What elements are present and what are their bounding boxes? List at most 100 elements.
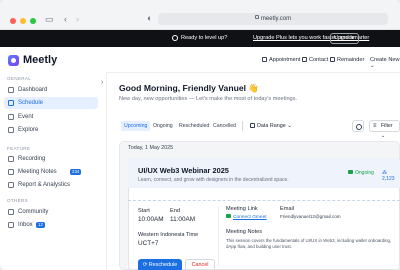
event-title: UI/UX Web3 Webinar 2025 — [138, 166, 229, 175]
filter-label: Filter — [381, 123, 393, 129]
sidebar-item-label: Schedule — [18, 100, 44, 106]
upgrade-banner: Ready to level up? Upgrade Plus lets you… — [0, 30, 400, 47]
sidebar-item-meeting-notes[interactable]: Meeting Notes 234 — [4, 166, 98, 178]
filter-dropdown[interactable]: Filter ⌄ — [369, 120, 400, 139]
attendee-count: ⁂ 2,123 — [382, 170, 400, 182]
details-divider — [218, 206, 219, 266]
reschedule-label: Reschedule — [148, 262, 178, 268]
browser-toolbar: ▭ ‹ › ◐ meetly.com — [0, 0, 400, 30]
tab-rescheduled[interactable]: Rescheduled — [176, 121, 212, 131]
date-range-label: Data Range — [257, 123, 286, 129]
chevron-down-icon: ⌄ — [287, 123, 292, 129]
reminder-label: Remainder — [337, 57, 365, 63]
appointment-label: Appointment — [269, 57, 301, 63]
calendar-icon — [250, 123, 255, 128]
create-new-dropdown[interactable]: Create New ⌄ — [370, 57, 400, 69]
app-window: ▭ ‹ › ◐ meetly.com Ready to level up? Up… — [0, 0, 400, 270]
meeting-link-label: Meeting Link — [226, 206, 258, 212]
back-icon[interactable]: ‹ — [64, 14, 67, 24]
start-label: Start — [138, 208, 150, 214]
bell-icon — [330, 57, 335, 62]
sidebar-item-label: Dashboard — [18, 87, 48, 93]
phone-icon — [302, 57, 307, 62]
status-badge: Ongoing — [348, 170, 374, 176]
end-label: End — [170, 208, 180, 214]
count-badge: 234 — [70, 169, 82, 175]
collapse-sidebar-icon[interactable]: › — [101, 79, 103, 86]
reminder-button[interactable]: Remainder — [330, 57, 364, 63]
chevron-down-icon: ⌄ — [370, 63, 375, 69]
info-icon — [172, 35, 178, 41]
search-button[interactable] — [352, 120, 364, 132]
sidebar-item-dashboard[interactable]: Dashboard — [4, 84, 98, 96]
banner-prompt: Ready to level up? — [181, 35, 228, 41]
sidebar-section-feature: FEATURE — [7, 146, 31, 151]
minimize-window-button[interactable] — [20, 18, 26, 24]
maximize-window-button[interactable] — [30, 18, 36, 24]
sidebar-item-label: Meeting Notes — [18, 169, 57, 175]
tab-ongoing[interactable]: Ongoing — [150, 121, 176, 131]
sidebar-item-community[interactable]: Community — [4, 206, 98, 218]
attendee-count-value: 2,123 — [382, 176, 395, 182]
upgrade-button[interactable]: Upgrade — [330, 33, 359, 44]
email-label: Email — [280, 206, 294, 212]
inbox-icon — [8, 222, 14, 228]
timezone-value: UCT+7 — [138, 240, 159, 247]
notes-icon — [8, 169, 14, 175]
page-subtitle: New day, new opportunities — Let's make … — [119, 96, 298, 102]
clock-icon: ⟳ — [142, 262, 148, 268]
sidebar-item-event[interactable]: Event — [4, 111, 98, 123]
event-description: Learn, connect, and grow with designers … — [138, 177, 289, 183]
event-icon — [8, 114, 14, 120]
meetly-logo-icon — [8, 55, 19, 66]
cancel-button[interactable]: Cancel — [185, 259, 215, 270]
community-icon — [8, 209, 14, 215]
start-time: 10:00AM — [138, 216, 164, 223]
date-range-dropdown[interactable]: Data Range ⌄ — [250, 121, 292, 131]
tab-cancelled[interactable]: Cancelled — [210, 121, 239, 131]
sidebar-section-others: OTHERS — [7, 198, 28, 203]
sidebar-item-label: Recording — [18, 156, 46, 162]
meeting-link[interactable]: Connect Gmeet — [226, 214, 267, 220]
sidebar-item-label: Report & Analystics — [18, 182, 71, 188]
compass-icon — [8, 127, 14, 133]
forward-icon[interactable]: › — [76, 14, 79, 24]
timezone-label: Western Indonesia Time — [138, 232, 199, 238]
address-bar[interactable]: meetly.com — [158, 13, 388, 25]
sidebar-divider — [106, 72, 107, 270]
tab-upcoming[interactable]: Upcoming — [121, 121, 151, 131]
url-text: meetly.com — [260, 16, 292, 22]
chart-icon — [8, 182, 14, 188]
sidebar-section-general: GENERAL — [7, 76, 32, 81]
sidebar-item-label: Explore — [18, 127, 39, 133]
meeting-notes-label: Meeting Notes — [226, 229, 263, 235]
contact-button[interactable]: Contact — [302, 57, 328, 63]
tabs-divider — [242, 121, 243, 131]
shield-icon[interactable]: ◐ — [147, 13, 152, 23]
contact-label: Contact — [309, 57, 329, 63]
sidebar-toggle-icon[interactable]: ▭ — [45, 14, 54, 24]
reschedule-button[interactable]: ⟳ Reschedule — [138, 259, 182, 270]
header-divider — [106, 72, 400, 73]
end-time: 11:00AM — [170, 216, 196, 223]
sidebar-item-label: Inbox — [18, 222, 33, 228]
sidebar-item-recording[interactable]: Recording — [4, 153, 98, 165]
close-window-button[interactable] — [10, 18, 16, 24]
calendar-icon — [8, 100, 14, 106]
meeting-notes-text: This session covers the fundamentals of … — [226, 238, 392, 249]
calendar-icon — [262, 57, 267, 62]
sidebar-item-label: Event — [18, 114, 34, 120]
sidebar-item-explore[interactable]: Explore — [4, 124, 98, 136]
page-title: Good Morning, Friendly Vanuel 👋 — [119, 83, 260, 93]
email-value: Friendlyvanuel12@gmail.com — [280, 214, 341, 219]
record-icon — [8, 156, 14, 162]
sidebar-item-inbox[interactable]: Inbox 12 — [4, 219, 98, 231]
sidebar-item-report-analytics[interactable]: Report & Analystics — [4, 179, 98, 191]
appointment-button[interactable]: Appointment — [262, 57, 300, 63]
sidebar-item-schedule[interactable]: Schedule — [4, 97, 98, 109]
date-heading: Today, 1 May 2025 — [128, 145, 174, 151]
chevron-down-icon: ⌄ — [381, 133, 386, 139]
lock-icon — [254, 15, 259, 20]
app-name: Meetly — [23, 54, 58, 66]
sidebar-item-label: Community — [18, 209, 49, 215]
